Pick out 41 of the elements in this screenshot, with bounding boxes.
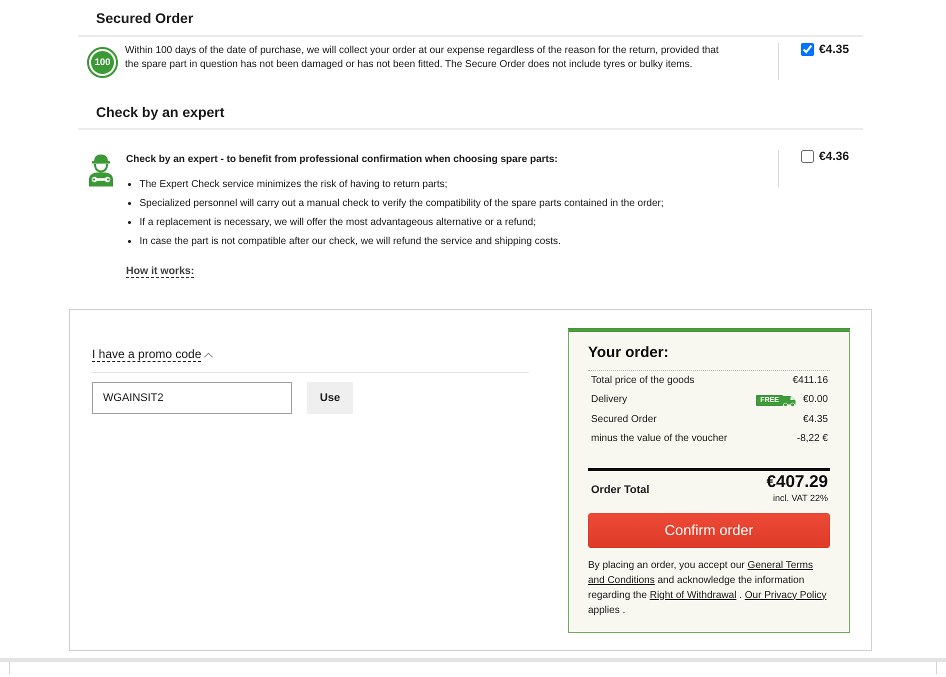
summary-value: -8,22 € bbox=[796, 433, 829, 446]
summary-value: €411.16 bbox=[792, 374, 829, 387]
summary-label: Total price of the goods bbox=[590, 374, 694, 387]
summary-value: €0.00 bbox=[802, 394, 829, 406]
order-total-label: Order Total bbox=[590, 484, 650, 496]
option-price: €4.36 bbox=[819, 150, 850, 163]
expert-check-lead: Check by an expert - to benefit from professional confirmation when choosing spare parts: bbox=[126, 153, 559, 167]
bullet-icon bbox=[128, 220, 131, 224]
legal-link[interactable]: General Terms bbox=[748, 560, 813, 570]
order-total-value: €407.29 bbox=[766, 472, 829, 492]
legal-link[interactable]: Right of Withdrawal bbox=[650, 590, 736, 600]
bullet-text: Specialized personnel will carry out a manual check to verify the compatibility of the spare parts contained in the order; bbox=[140, 198, 664, 210]
secured-order-description: Within 100 days of the date of purchase, we will collect your order at our expense regardless of the reason for the return, provided that the spare part in question has not been damaged or has not been fitted. The Secure Order does not include tyres or bulky items. bbox=[125, 44, 720, 72]
bullet-text: If a replacement is necessary, we will offer the most advantageous alternative or a refund; bbox=[140, 216, 536, 228]
legal-link[interactable]: Our Privacy Policy bbox=[744, 590, 826, 600]
legal-link[interactable]: and Conditions bbox=[588, 574, 655, 586]
how-it-works-link[interactable]: How it works: bbox=[126, 265, 194, 278]
promo-code-field[interactable]: WGAINSIT2 bbox=[92, 382, 292, 414]
return-days-badge: 100 bbox=[87, 47, 118, 78]
section-heading: Check by an expert bbox=[96, 104, 224, 120]
mechanic-icon bbox=[87, 153, 115, 187]
bullet-icon bbox=[128, 240, 131, 244]
legal-notice: By placing an order, you accept our General Terms and Conditions and acknowledge the information regarding the Right of Withdrawal . Our Privacy Policy applies . bbox=[588, 558, 828, 618]
summary-label: minus the value of the voucher bbox=[590, 433, 728, 446]
use-button[interactable]: Use bbox=[307, 382, 353, 414]
secured-order-checkbox[interactable] bbox=[801, 43, 814, 56]
promo-code-toggle[interactable]: I have a promo code bbox=[92, 347, 202, 362]
bullet-text: In case the part is not compatible after our check, we will refund the service and shipping costs. bbox=[140, 236, 561, 248]
bullet-icon bbox=[128, 182, 131, 186]
option-price: €4.35 bbox=[819, 43, 850, 56]
section-heading: Secured Order bbox=[96, 10, 194, 26]
summary-label: Delivery bbox=[590, 394, 628, 406]
confirm-order-button[interactable]: Confirm order bbox=[588, 513, 830, 548]
summary-title: Your order: bbox=[588, 344, 669, 362]
expert-check-checkbox[interactable] bbox=[801, 150, 814, 163]
truck-icon bbox=[782, 394, 797, 407]
summary-value: €4.35 bbox=[802, 414, 829, 426]
bullet-text: The Expert Check service minimizes the risk of having to return parts; bbox=[140, 178, 448, 190]
vat-note: incl. VAT 22% bbox=[772, 492, 829, 504]
summary-label: Secured Order bbox=[590, 414, 657, 426]
bullet-icon bbox=[128, 202, 131, 206]
